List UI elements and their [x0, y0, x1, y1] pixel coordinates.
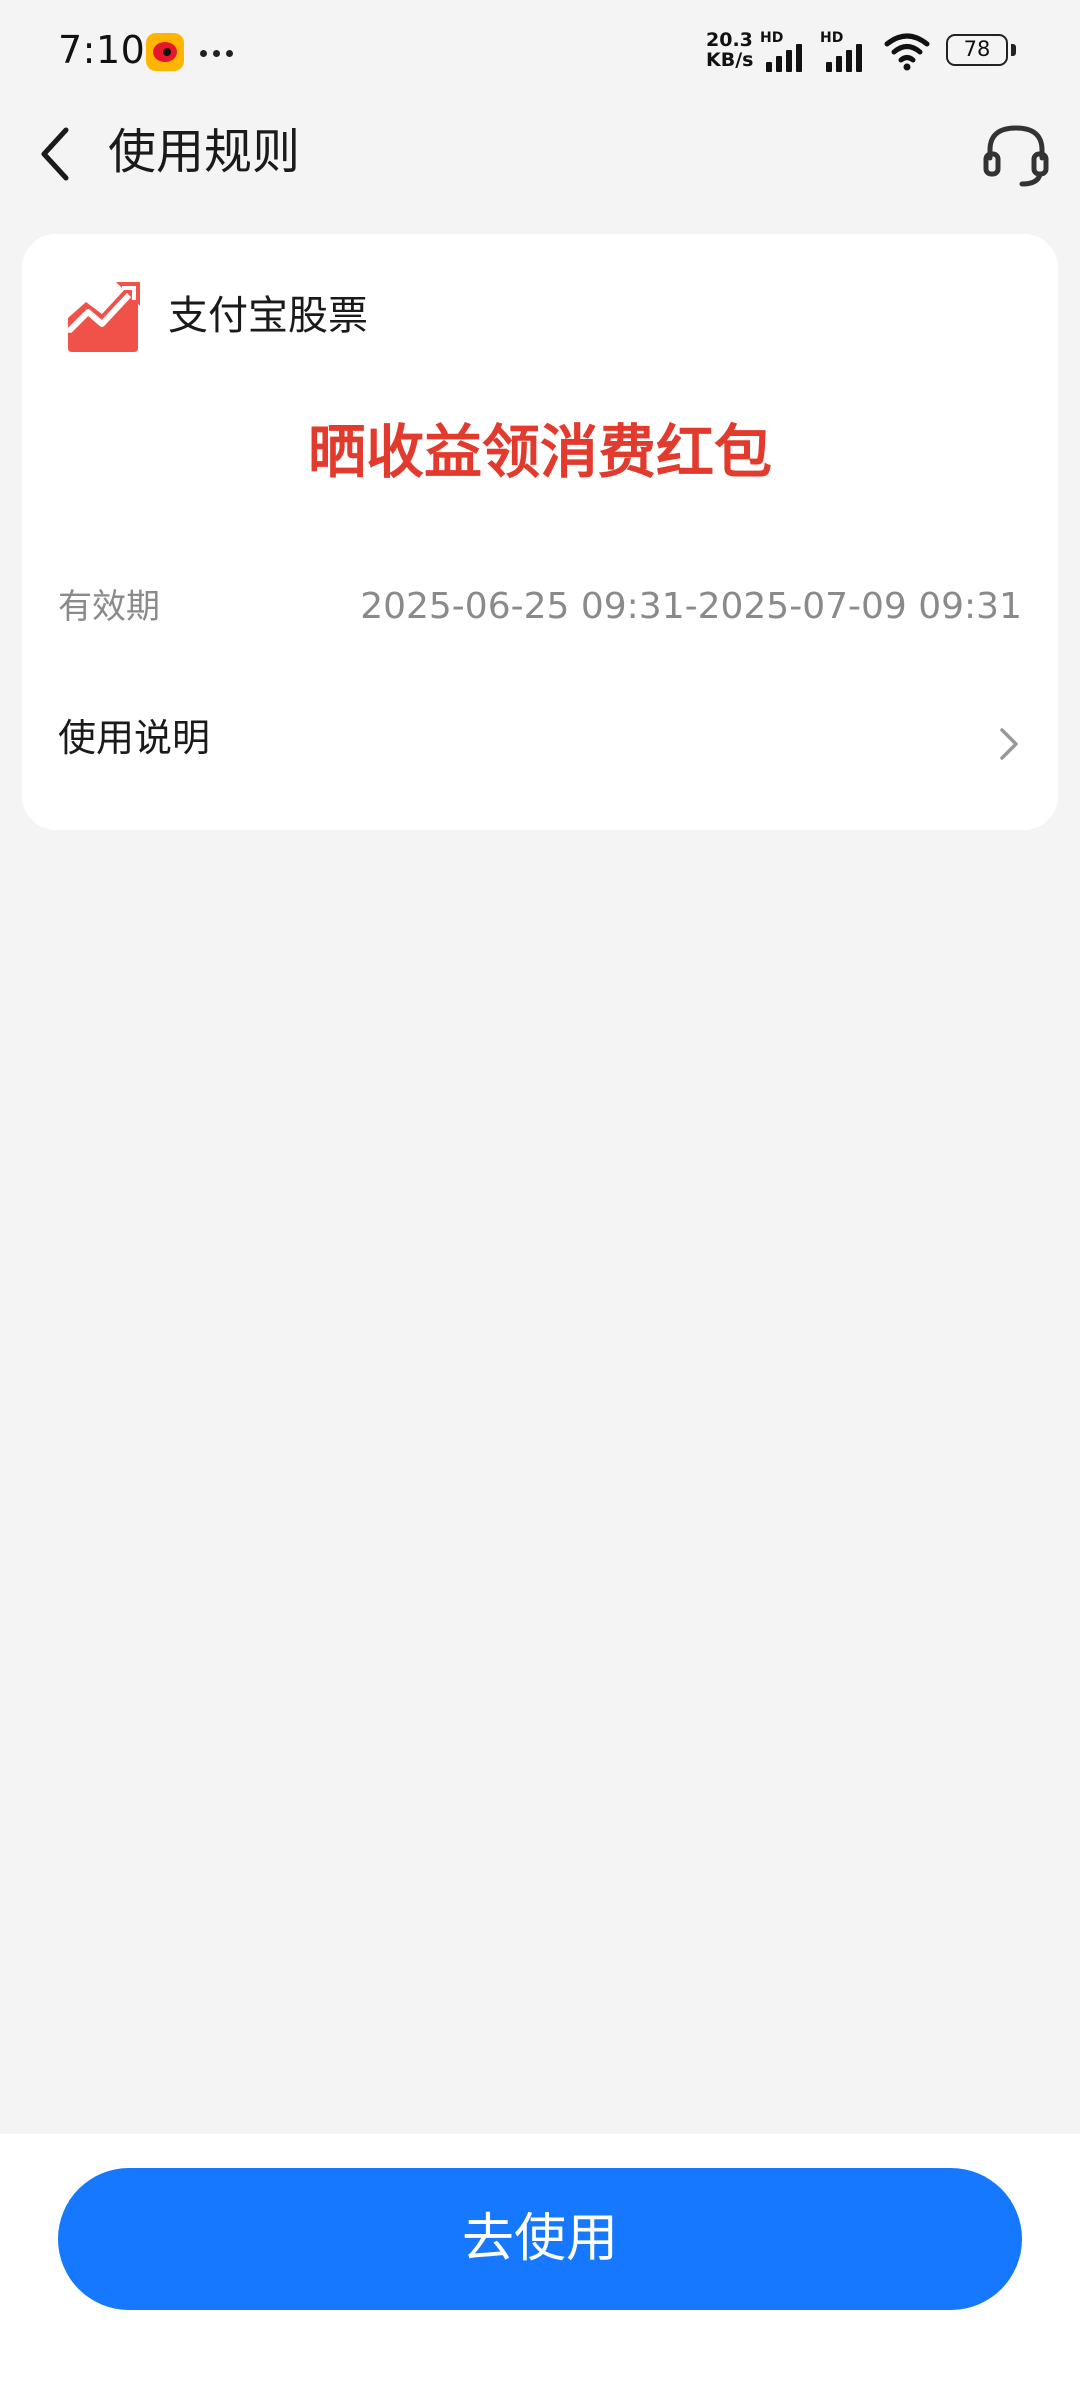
usage-instructions-row[interactable]: 使用说明 [22, 700, 1058, 790]
headset-icon[interactable] [980, 116, 1052, 192]
page-title: 使用规则 [108, 124, 301, 180]
network-speed: 20.3 KB/s [706, 30, 753, 70]
nav-bar: 使用规则 [0, 110, 1080, 240]
signal-strength-icon-sim1: HD [760, 30, 818, 72]
battery-level: 78 [946, 34, 1008, 66]
wifi-icon [884, 33, 930, 71]
network-speed-value: 20.3 [706, 29, 753, 51]
battery-icon: 78 [946, 34, 1016, 68]
status-bar: 7:10 20.3 KB/s HD HD 78 [0, 0, 1080, 110]
stock-chart-logo-icon [67, 282, 140, 352]
bottom-action-bar: 去使用 [0, 2134, 1080, 2400]
validity-value: 2025-06-25 09:31-2025-07-09 09:31 [360, 586, 1022, 627]
back-arrow-icon[interactable] [26, 116, 86, 192]
more-notifications-icon [200, 38, 240, 68]
use-coupon-button[interactable]: 去使用 [58, 2168, 1022, 2310]
status-time: 7:10 [58, 28, 146, 72]
usage-instructions-label: 使用说明 [58, 716, 211, 760]
validity-label: 有效期 [58, 587, 160, 627]
brand-name: 支付宝股票 [168, 293, 368, 339]
signal-strength-icon-sim2: HD [820, 30, 878, 72]
weibo-notification-icon [146, 33, 184, 71]
coupon-card: 支付宝股票 晒收益领消费红包 有效期 2025-06-25 09:31-2025… [22, 234, 1058, 830]
chevron-right-icon [1000, 728, 1018, 760]
coupon-title: 晒收益领消费红包 [307, 418, 772, 486]
network-speed-unit: KB/s [706, 49, 754, 71]
